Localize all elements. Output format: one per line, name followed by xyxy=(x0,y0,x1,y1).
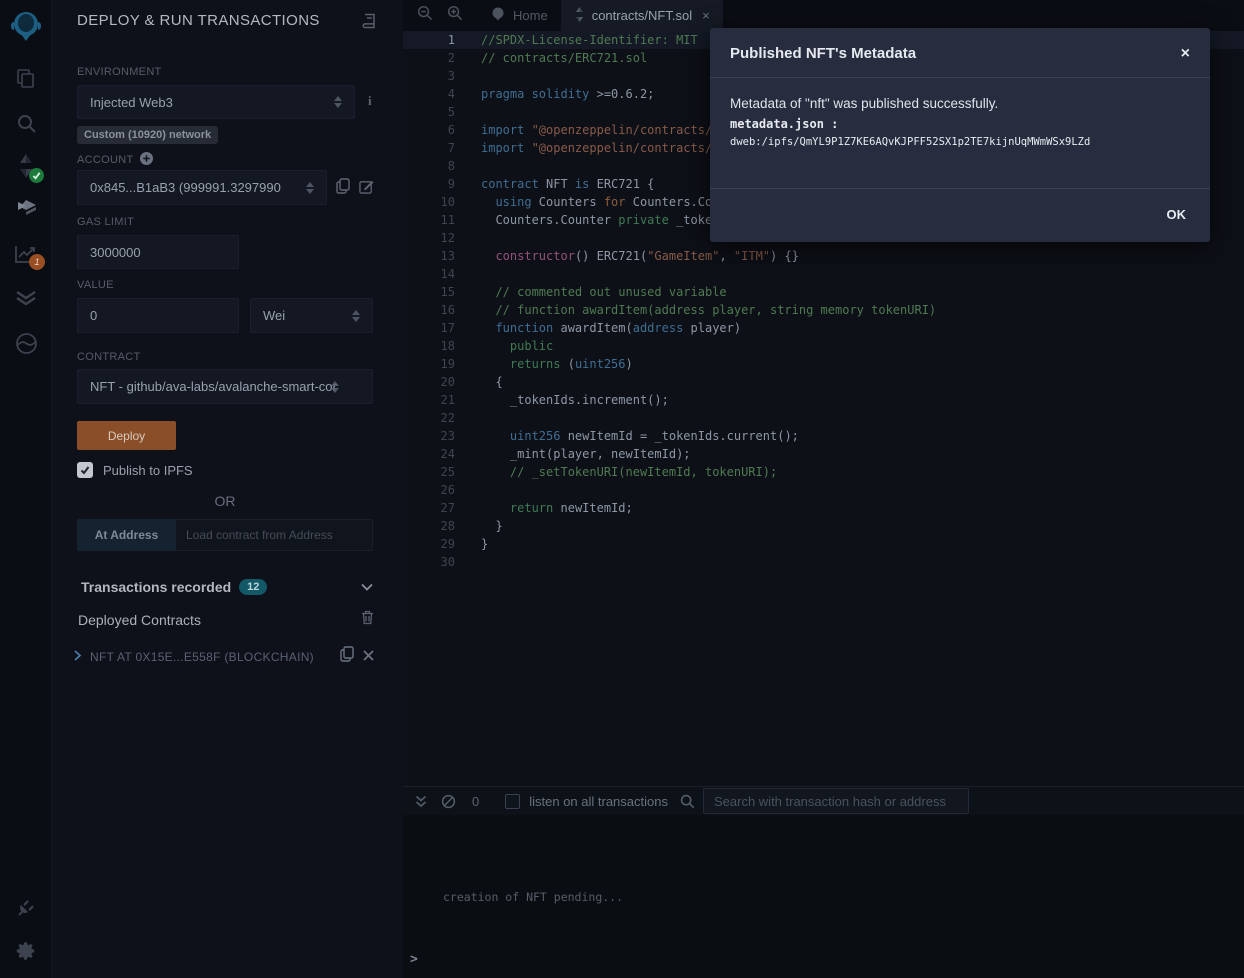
code-line[interactable]: 21 _tokenIds.increment(); xyxy=(403,391,1244,409)
select-arrows-icon xyxy=(306,182,314,194)
deploy-button[interactable]: Deploy xyxy=(77,421,176,450)
code-line[interactable]: 30 xyxy=(403,553,1244,571)
remove-contract-icon[interactable] xyxy=(363,648,374,666)
trash-icon[interactable] xyxy=(361,610,374,630)
terminal: 0 listen on all transactions creation of… xyxy=(403,786,1244,978)
modal-message: Metadata of "nft" was published successf… xyxy=(730,96,1190,111)
expand-terminal-icon[interactable] xyxy=(415,795,427,808)
tab-home[interactable]: Home xyxy=(477,0,561,31)
chevron-down-icon[interactable] xyxy=(361,578,373,596)
code-line[interactable]: 16 // function awardItem(address player,… xyxy=(403,301,1244,319)
analytics-count-badge: 1 xyxy=(29,254,45,270)
home-remix-icon xyxy=(490,6,506,25)
edit-account-icon[interactable] xyxy=(359,179,374,199)
code-line[interactable]: 19 returns (uint256) xyxy=(403,355,1244,373)
account-select[interactable]: 0x845...B1aB3 (999991.3297990 xyxy=(77,170,327,205)
select-arrows-icon xyxy=(331,381,339,393)
tab-bar: Home contracts/NFT.sol × xyxy=(403,0,1244,31)
value-input[interactable]: 0 xyxy=(77,298,239,333)
settings-gear-icon[interactable] xyxy=(0,940,52,962)
unit-testing-icon[interactable] xyxy=(0,288,52,310)
search-icon[interactable] xyxy=(0,113,52,134)
code-line[interactable]: 27 return newItemId; xyxy=(403,499,1244,517)
code-line[interactable]: 13 constructor() ERC721("GameItem", "ITM… xyxy=(403,247,1244,265)
publish-ipfs-checkbox[interactable] xyxy=(77,462,93,478)
file-explorer-icon[interactable] xyxy=(0,68,52,90)
ok-button[interactable]: OK xyxy=(1167,207,1187,222)
solidity-file-icon xyxy=(574,7,585,25)
value-unit-select[interactable]: Wei xyxy=(250,298,373,333)
code-line[interactable]: 23 uint256 newItemId = _tokenIds.current… xyxy=(403,427,1244,445)
code-line[interactable]: 14 xyxy=(403,265,1244,283)
copy-contract-icon[interactable] xyxy=(340,646,354,667)
zoom-in-icon[interactable] xyxy=(447,5,463,26)
environment-info-icon[interactable]: i xyxy=(368,93,372,109)
terminal-search-icon xyxy=(680,794,695,809)
code-line[interactable]: 17 function awardItem(address player) xyxy=(403,319,1244,337)
listen-transactions-label: listen on all transactions xyxy=(529,794,668,809)
solidity-compiler-icon[interactable] xyxy=(0,153,52,179)
code-line[interactable]: 20 { xyxy=(403,373,1244,391)
value-label: VALUE xyxy=(77,279,114,291)
deployed-contracts-label: Deployed Contracts xyxy=(78,612,201,628)
publish-ipfs-label: Publish to IPFS xyxy=(103,463,193,478)
select-arrows-icon xyxy=(352,310,360,322)
terminal-toolbar: 0 listen on all transactions xyxy=(403,786,1244,815)
at-address-button[interactable]: At Address xyxy=(77,519,176,551)
transactions-recorded-label: Transactions recorded xyxy=(81,579,231,595)
modal-file-name: metadata.json : xyxy=(730,117,1190,131)
analytics-icon[interactable]: 1 xyxy=(0,243,52,265)
gas-limit-label: GAS LIMIT xyxy=(77,216,134,228)
terminal-search-input[interactable] xyxy=(703,788,969,814)
code-line[interactable]: 15 // commented out unused variable xyxy=(403,283,1244,301)
terminal-log-line: creation of NFT pending... xyxy=(443,890,623,904)
code-line[interactable]: 26 xyxy=(403,481,1244,499)
code-line[interactable]: 25 // _setTokenURI(newItemId, tokenURI); xyxy=(403,463,1244,481)
copy-account-icon[interactable] xyxy=(336,178,350,199)
modal-title: Published NFT's Metadata xyxy=(730,45,916,62)
environment-label: ENVIRONMENT xyxy=(77,66,162,78)
modal-ipfs-hash: dweb:/ipfs/QmYL9P1Z7KE6AQvKJPFF52SX1p2TE… xyxy=(730,136,1190,148)
network-badge: Custom (10920) network xyxy=(77,126,218,144)
close-tab-icon[interactable]: × xyxy=(702,8,710,23)
code-line[interactable]: 24 _mint(player, newItemId); xyxy=(403,445,1244,463)
terminal-prompt[interactable]: > xyxy=(410,952,418,967)
vertical-icon-panel: 1 xyxy=(0,0,52,978)
expand-chevron-icon[interactable] xyxy=(74,648,81,666)
contract-select[interactable]: NFT - github/ava-labs/avalanche-smart-co… xyxy=(77,369,373,404)
transactions-count-badge: 12 xyxy=(239,579,267,595)
debugger-icon[interactable] xyxy=(0,332,52,355)
contract-label: CONTRACT xyxy=(77,351,141,363)
remix-ide-app: 1 DEPLOY & RUN TRANSACTIONS ENVIRONMENT … xyxy=(0,0,1244,978)
select-arrows-icon xyxy=(334,96,342,108)
remix-logo-icon[interactable] xyxy=(0,8,52,44)
plugin-manager-icon[interactable] xyxy=(0,896,52,918)
deploy-run-panel: DEPLOY & RUN TRANSACTIONS ENVIRONMENT In… xyxy=(52,0,403,978)
clear-console-icon[interactable] xyxy=(441,794,456,809)
pending-tx-count: 0 xyxy=(472,794,479,809)
published-metadata-modal: Published NFT's Metadata × Metadata of "… xyxy=(710,28,1210,242)
tab-nft-sol[interactable]: contracts/NFT.sol × xyxy=(561,0,723,31)
panel-title: DEPLOY & RUN TRANSACTIONS xyxy=(77,12,320,29)
listen-transactions-checkbox[interactable] xyxy=(505,794,520,809)
deploy-run-icon[interactable] xyxy=(0,198,52,222)
gas-limit-input[interactable]: 3000000 xyxy=(77,235,239,269)
code-line[interactable]: 29} xyxy=(403,535,1244,553)
add-account-icon[interactable] xyxy=(140,152,153,168)
code-line[interactable]: 18 public xyxy=(403,337,1244,355)
modal-close-icon[interactable]: × xyxy=(1181,46,1190,62)
account-label: ACCOUNT xyxy=(77,154,134,166)
compiler-success-badge xyxy=(29,168,44,183)
code-line[interactable]: 22 xyxy=(403,409,1244,427)
deployed-contract-item[interactable]: NFT AT 0X15E...E558F (BLOCKCHAIN) xyxy=(90,650,314,664)
environment-select[interactable]: Injected Web3 xyxy=(77,85,355,119)
or-label: OR xyxy=(77,493,373,509)
zoom-out-icon[interactable] xyxy=(417,5,433,26)
code-line[interactable]: 28 } xyxy=(403,517,1244,535)
at-address-input[interactable]: Load contract from Address xyxy=(176,519,373,551)
documentation-icon[interactable] xyxy=(362,13,377,34)
